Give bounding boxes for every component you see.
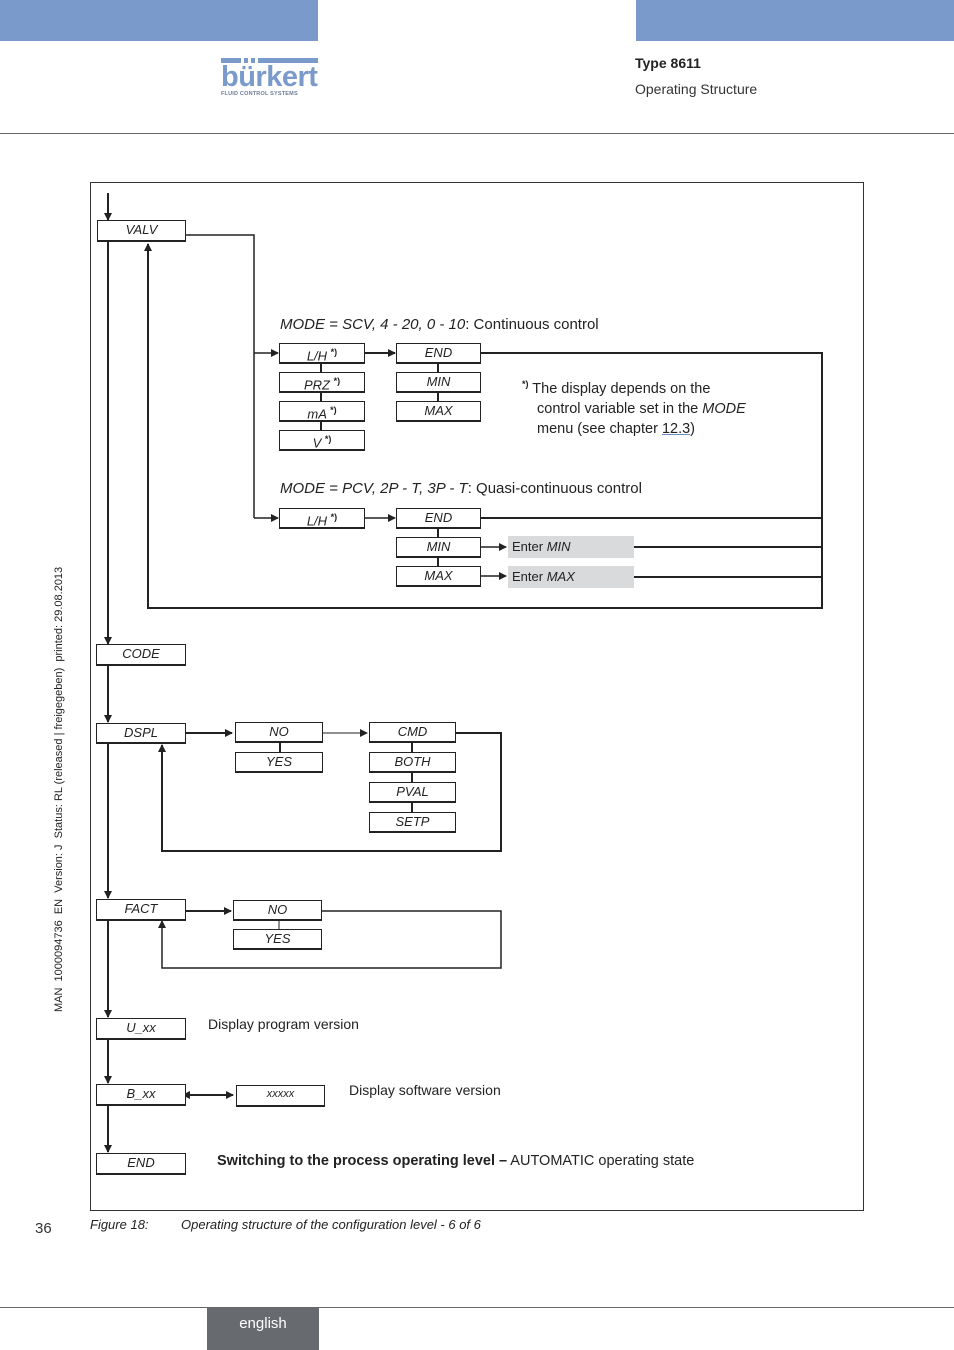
- mode-continuous-label: MODE = SCV, 4 - 20, 0 - 10: Continuous c…: [280, 316, 599, 333]
- chapter-link[interactable]: 12.3: [662, 421, 690, 437]
- uxx-description: Display program version: [208, 1016, 359, 1032]
- language-tab: english: [207, 1308, 319, 1350]
- dspl-pval[interactable]: PVAL: [369, 782, 456, 803]
- enter-min-field[interactable]: Enter MIN: [508, 536, 634, 558]
- fact-yes[interactable]: YES: [233, 929, 322, 950]
- mode-quasi-label: MODE = PCV, 2P - T, 3P - T: Quasi-contin…: [280, 480, 642, 497]
- footnote: *) The display depends on the control va…: [522, 379, 746, 437]
- unit-ma[interactable]: mA *): [279, 401, 365, 422]
- cont-min[interactable]: MIN: [396, 372, 481, 393]
- quasi-unit-lh[interactable]: L/H *): [279, 508, 365, 529]
- dspl-no[interactable]: NO: [235, 722, 323, 743]
- unit-lh[interactable]: L/H *): [279, 343, 365, 364]
- menu-u-xx[interactable]: U_xx: [96, 1018, 186, 1040]
- figure-label: Figure 18:: [90, 1217, 149, 1232]
- enter-max-field[interactable]: Enter MAX: [508, 566, 634, 588]
- footer-divider: [0, 1307, 954, 1308]
- page-number: 36: [35, 1220, 52, 1237]
- quasi-end[interactable]: END: [396, 508, 481, 529]
- menu-fact[interactable]: FACT: [96, 899, 186, 921]
- menu-end[interactable]: END: [96, 1153, 186, 1175]
- flow-lines: [104, 193, 823, 1153]
- figure-caption: Operating structure of the configuration…: [181, 1217, 481, 1232]
- menu-code[interactable]: CODE: [96, 644, 186, 666]
- dspl-cmd[interactable]: CMD: [369, 722, 456, 743]
- dspl-both[interactable]: BOTH: [369, 752, 456, 773]
- cont-max[interactable]: MAX: [396, 401, 481, 422]
- menu-b-xx[interactable]: B_xx: [96, 1084, 186, 1106]
- quasi-max[interactable]: MAX: [396, 566, 481, 587]
- end-description: Switching to the process operating level…: [217, 1153, 695, 1169]
- dspl-yes[interactable]: YES: [235, 752, 323, 773]
- fact-no[interactable]: NO: [233, 900, 322, 921]
- bxx-value: xxxxx: [236, 1085, 325, 1107]
- bxx-description: Display software version: [349, 1082, 501, 1098]
- menu-valv[interactable]: VALV: [97, 220, 186, 242]
- unit-v[interactable]: V *): [279, 430, 365, 451]
- menu-dspl[interactable]: DSPL: [96, 723, 186, 744]
- dspl-setp[interactable]: SETP: [369, 812, 456, 833]
- cont-end[interactable]: END: [396, 343, 481, 364]
- unit-prz[interactable]: PRZ *): [279, 372, 365, 393]
- quasi-min[interactable]: MIN: [396, 537, 481, 558]
